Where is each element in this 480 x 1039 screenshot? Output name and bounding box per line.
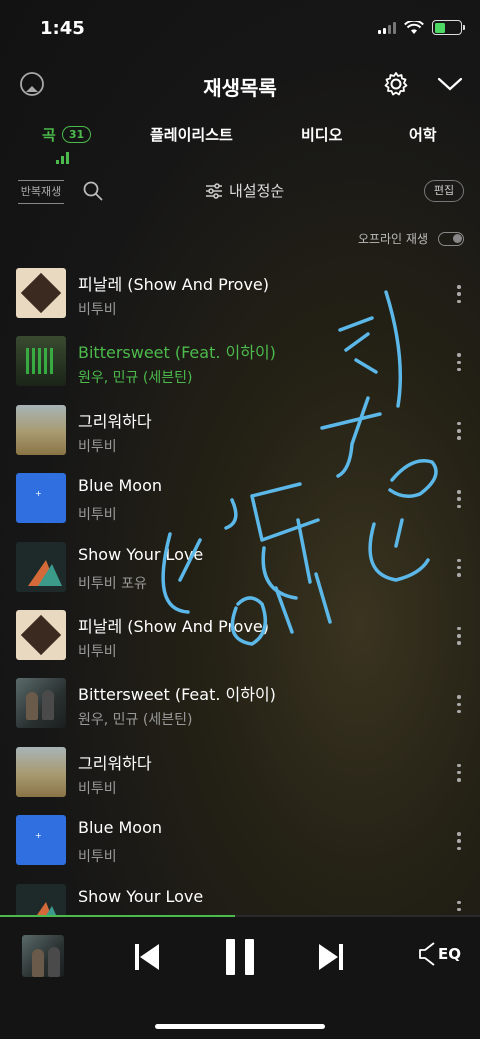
status-icons bbox=[378, 20, 465, 35]
mini-player: EQ bbox=[0, 917, 480, 1039]
eq-speaker-icon bbox=[419, 942, 435, 966]
gear-icon[interactable] bbox=[382, 70, 410, 102]
next-icon[interactable] bbox=[316, 941, 346, 977]
offline-play-row: 오프라인 재생 bbox=[358, 230, 464, 247]
song-artist: 비투비 bbox=[78, 438, 117, 455]
list-item[interactable]: + Blue Moon 비투비 bbox=[0, 806, 480, 874]
battery-icon bbox=[432, 20, 465, 35]
equalizer-icon bbox=[56, 152, 69, 164]
pause-icon[interactable] bbox=[222, 937, 258, 981]
song-title: Show Your Love bbox=[78, 886, 204, 906]
eq-label: EQ bbox=[438, 945, 461, 963]
now-playing-album-art[interactable] bbox=[22, 935, 64, 977]
more-options-icon[interactable] bbox=[455, 832, 463, 851]
song-title: Show Your Love bbox=[78, 544, 204, 564]
list-item[interactable]: Bittersweet (Feat. 이하이) 원우, 민규 (세븐틴) bbox=[0, 327, 480, 395]
song-artist: 비투비 bbox=[78, 643, 117, 660]
list-item[interactable]: 피날레 (Show And Prove) 비투비 bbox=[0, 259, 480, 327]
album-art bbox=[16, 746, 66, 797]
tab-language[interactable]: 어학 bbox=[409, 124, 437, 145]
song-title: 그리워하다 bbox=[78, 753, 152, 773]
more-options-icon[interactable] bbox=[455, 900, 463, 915]
wifi-icon bbox=[404, 20, 424, 34]
list-item[interactable]: Bittersweet (Feat. 이하이) 원우, 민규 (세븐틴) bbox=[0, 669, 480, 737]
home-indicator bbox=[155, 1024, 325, 1029]
song-artist: 원우, 민규 (세븐틴) bbox=[78, 712, 193, 729]
sort-sliders-icon bbox=[206, 182, 222, 199]
more-options-icon[interactable] bbox=[455, 626, 463, 645]
search-icon[interactable] bbox=[82, 180, 104, 206]
list-item[interactable]: + Blue Moon 비투비 bbox=[0, 464, 480, 532]
song-artist: 비투비 bbox=[78, 302, 117, 318]
album-art bbox=[16, 678, 66, 729]
album-art bbox=[16, 336, 66, 387]
song-title: 피날레 (Show And Prove) bbox=[78, 275, 270, 294]
song-title: Bittersweet (Feat. 이하이) bbox=[78, 685, 276, 705]
album-art bbox=[16, 404, 66, 455]
song-artist: 비투비 bbox=[78, 780, 117, 797]
album-art bbox=[16, 883, 66, 915]
song-artist: 비투비 bbox=[78, 507, 117, 524]
song-title: Blue Moon bbox=[78, 818, 163, 838]
tab-songs-label: 곡 bbox=[42, 126, 56, 144]
sort-label: 내설정순 bbox=[229, 182, 285, 200]
song-artist: 비투비 bbox=[78, 849, 117, 866]
album-art: + bbox=[16, 815, 66, 866]
album-art: + bbox=[16, 473, 66, 524]
song-artist: 비투비 포유 bbox=[78, 575, 147, 592]
status-bar: 1:45 bbox=[0, 0, 480, 60]
edit-button[interactable]: 편집 bbox=[424, 180, 464, 202]
list-item[interactable]: 그리워하다 비투비 bbox=[0, 396, 480, 464]
list-item[interactable]: Show Your Love bbox=[0, 875, 480, 915]
list-toolbar: 반복재생 내설정순 편집 bbox=[0, 176, 480, 210]
song-title: 피날레 (Show And Prove) bbox=[78, 616, 270, 636]
song-list: 피날레 (Show And Prove) 비투비 Bittersweet (Fe… bbox=[0, 259, 480, 915]
cellular-signal-icon bbox=[378, 21, 396, 34]
tab-bar: 곡 31 플레이리스트 비디오 어학 bbox=[0, 120, 480, 164]
more-options-icon[interactable] bbox=[455, 763, 463, 782]
chevron-down-icon[interactable] bbox=[436, 72, 464, 100]
tab-songs[interactable]: 곡 31 bbox=[42, 124, 92, 145]
song-title: Blue Moon bbox=[78, 476, 163, 496]
list-item[interactable]: 그리워하다 비투비 bbox=[0, 738, 480, 806]
eq-button[interactable]: EQ bbox=[418, 941, 461, 967]
more-options-icon[interactable] bbox=[455, 353, 463, 372]
status-time: 1:45 bbox=[40, 18, 85, 39]
repeat-button[interactable]: 반복재생 bbox=[16, 178, 66, 206]
previous-icon[interactable] bbox=[132, 941, 162, 977]
more-options-icon[interactable] bbox=[455, 490, 463, 509]
more-options-icon[interactable] bbox=[455, 695, 463, 714]
album-art bbox=[16, 541, 66, 592]
list-item[interactable]: 피날레 (Show And Prove) 비투비 bbox=[0, 601, 480, 669]
tab-songs-count: 31 bbox=[61, 126, 92, 143]
offline-play-label: 오프라인 재생 bbox=[357, 232, 428, 246]
tab-playlists[interactable]: 플레이리스트 bbox=[150, 124, 233, 145]
header: 재생목록 bbox=[0, 62, 480, 106]
more-options-icon[interactable] bbox=[455, 421, 463, 440]
sort-button[interactable]: 내설정순 bbox=[205, 180, 284, 201]
more-options-icon[interactable] bbox=[455, 285, 463, 303]
more-options-icon[interactable] bbox=[455, 558, 463, 577]
offline-play-toggle[interactable] bbox=[438, 231, 464, 246]
tab-video[interactable]: 비디오 bbox=[301, 124, 342, 145]
song-artist: 원우, 민규 (세븐틴) bbox=[78, 370, 193, 387]
album-art bbox=[16, 609, 66, 660]
album-art bbox=[16, 268, 66, 318]
song-title: 그리워하다 bbox=[78, 411, 152, 431]
song-title: Bittersweet (Feat. 이하이) bbox=[78, 343, 276, 363]
list-item[interactable]: Show Your Love 비투비 포유 bbox=[0, 533, 480, 601]
